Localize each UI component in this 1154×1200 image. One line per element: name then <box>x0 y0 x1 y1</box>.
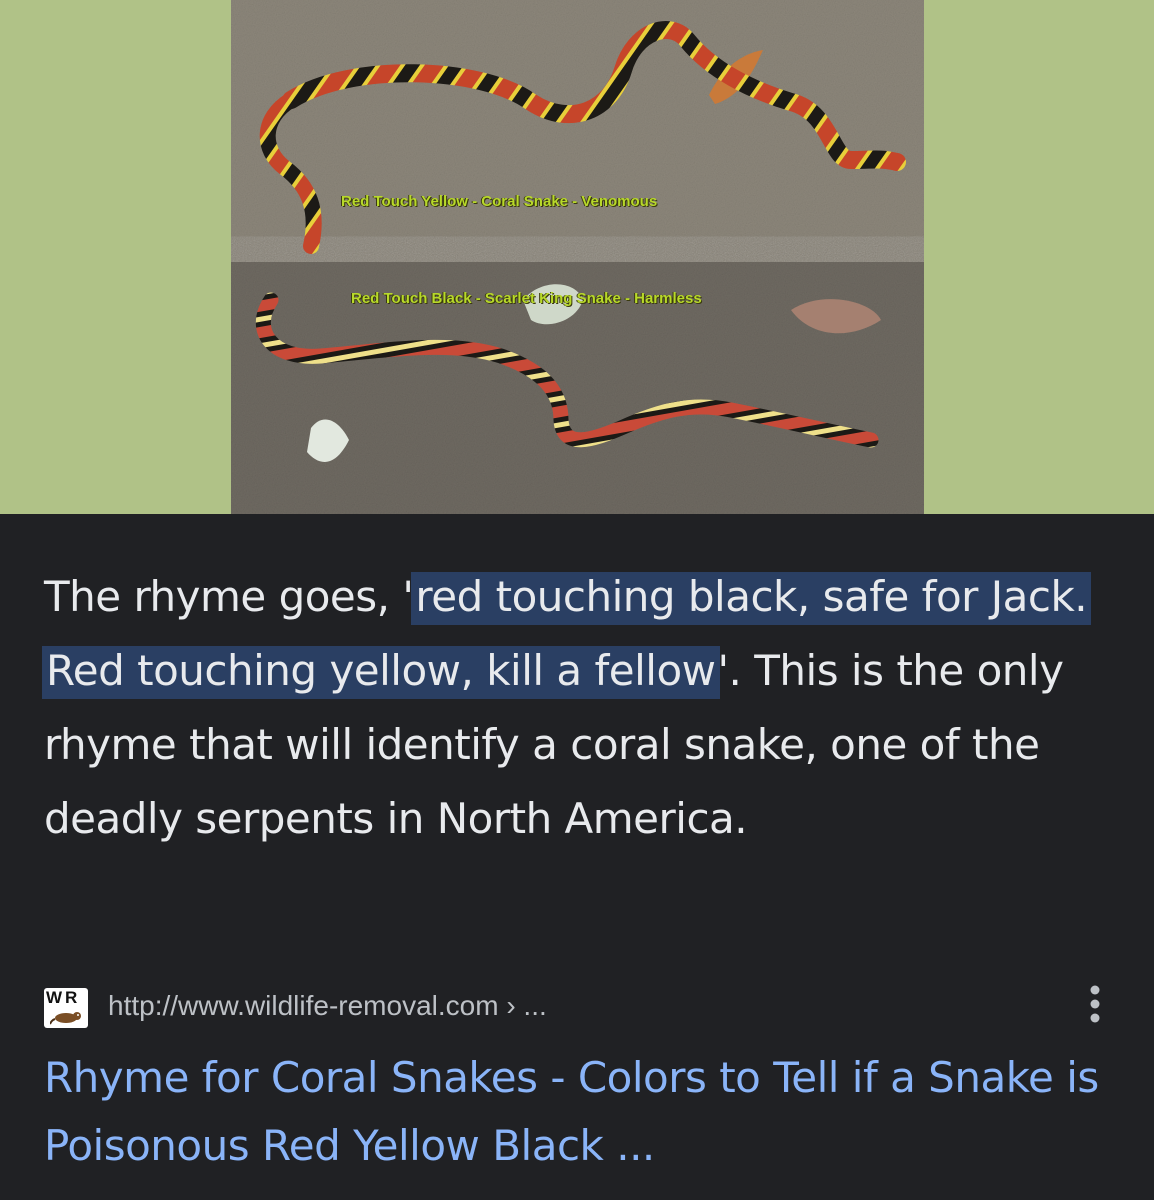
rodent-logo-icon <box>50 1012 81 1025</box>
favicon-text: WR <box>46 988 81 1007</box>
source-row[interactable]: WR http://www.wildlife-removal.com › ... <box>44 985 1114 1030</box>
snippet-highlight-1: red touching black, safe for Jack. <box>411 572 1092 625</box>
featured-image-band: Red Touch Yellow - Coral Snake - Venomou… <box>0 0 1154 514</box>
featured-snippet-text: The rhyme goes, 'red touching black, saf… <box>42 560 1114 856</box>
result-title-link[interactable]: Rhyme for Coral Snakes - Colors to Tell … <box>44 1044 1124 1180</box>
snippet-highlight-2: Red touching yellow, kill a fellow <box>42 646 720 699</box>
more-vert-icon <box>1090 985 1100 1023</box>
snippet-intro: The rhyme goes, ' <box>44 572 414 621</box>
caption-coral-snake: Red Touch Yellow - Coral Snake - Venomou… <box>341 193 658 210</box>
site-favicon: WR <box>44 988 88 1028</box>
source-url[interactable]: http://www.wildlife-removal.com › ... <box>108 990 547 1022</box>
snake-comparison-image[interactable]: Red Touch Yellow - Coral Snake - Venomou… <box>231 0 924 514</box>
more-options-button[interactable] <box>1078 976 1112 1032</box>
caption-scarlet-king-snake: Red Touch Black - Scarlet King Snake - H… <box>351 290 702 307</box>
